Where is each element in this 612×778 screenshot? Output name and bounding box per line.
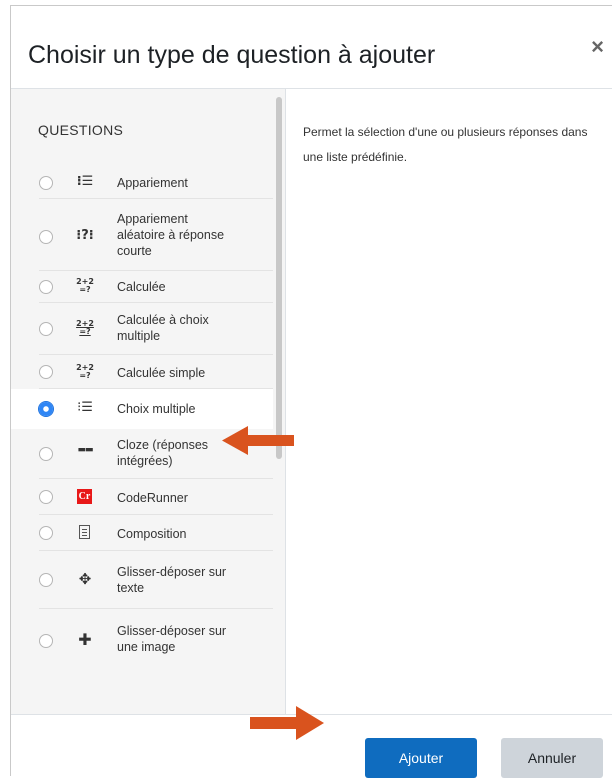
question-option-calculee-choix-multiple[interactable]: 2+2 =? Calculée à choix multiple <box>11 303 273 355</box>
question-type-dialog: Choisir un type de question à ajouter × … <box>10 5 612 778</box>
panel-divider <box>285 89 286 714</box>
calculated-multichoice-icon: 2+2 =? <box>76 319 94 336</box>
section-label-questions: QUESTIONS <box>38 122 124 138</box>
annotation-arrow-left-icon <box>222 426 294 455</box>
match-icon: ⁝☰ <box>76 174 94 189</box>
question-label: Cloze (réponses intégrées) <box>117 438 209 468</box>
question-label: Glisser-déposer sur texte <box>117 565 227 595</box>
calculated-icon: 2+2 =? <box>76 277 94 294</box>
radio-appariement[interactable] <box>39 176 53 190</box>
question-option-glisser-deposer-image[interactable]: ✚ Glisser-déposer sur une image <box>11 609 273 669</box>
question-label: CodeRunner <box>117 491 188 505</box>
question-label: Calculée simple <box>117 366 206 380</box>
drag-drop-text-icon: ✥ <box>78 570 92 588</box>
add-button[interactable]: Ajouter <box>365 738 477 778</box>
scrollbar-thumb[interactable] <box>276 97 282 459</box>
radio-calculee-simple[interactable] <box>39 365 53 379</box>
dialog-header: Choisir un type de question à ajouter × <box>11 6 612 89</box>
question-label: Calculée <box>117 280 166 294</box>
question-label: Appariement aléatoire à réponse courte <box>117 212 225 258</box>
cancel-button[interactable]: Annuler <box>501 738 603 778</box>
calculated-simple-icon: 2+2 =? <box>76 363 94 380</box>
question-label: Composition <box>117 527 187 541</box>
question-label: Choix multiple <box>117 402 196 416</box>
annotation-arrow-right-icon <box>250 706 324 740</box>
question-option-calculee[interactable]: 2+2 =? Calculée <box>11 271 273 303</box>
radio-appariement-aleatoire[interactable] <box>39 230 53 244</box>
radio-calculee[interactable] <box>39 280 53 294</box>
drag-drop-image-icon: ✚ <box>78 630 92 649</box>
list-scrollbar[interactable] <box>273 89 285 714</box>
question-option-calculee-simple[interactable]: 2+2 =? Calculée simple <box>11 355 273 389</box>
question-label: Glisser-déposer sur une image <box>117 624 227 654</box>
radio-coderunner[interactable] <box>39 490 53 504</box>
dialog-title: Choisir un type de question à ajouter <box>28 41 436 69</box>
radio-composition[interactable] <box>39 526 53 540</box>
random-match-icon: ⁝?⁝ <box>76 228 94 243</box>
question-option-glisser-deposer-texte[interactable]: ✥ Glisser-déposer sur texte <box>11 551 273 609</box>
question-label: Appariement <box>117 176 188 190</box>
coderunner-icon: Cr <box>77 489 92 504</box>
radio-glisser-deposer-texte[interactable] <box>39 573 53 587</box>
question-option-coderunner[interactable]: Cr CodeRunner <box>11 479 273 515</box>
radio-choix-multiple[interactable] <box>39 402 53 416</box>
question-option-appariement-aleatoire[interactable]: ⁝?⁝ Appariement aléatoire à réponse cour… <box>11 199 273 271</box>
close-icon[interactable]: × <box>591 36 604 58</box>
question-option-appariement[interactable]: ⁝☰ Appariement <box>11 167 273 199</box>
cloze-icon: ▬▬ <box>77 445 93 455</box>
question-option-choix-multiple[interactable]: ⁝☰ Choix multiple <box>11 389 273 429</box>
radio-calculee-choix-multiple[interactable] <box>39 322 53 336</box>
essay-icon <box>79 525 90 539</box>
question-description: Permet la sélection d'une ou plusieurs r… <box>303 125 588 164</box>
radio-cloze[interactable] <box>39 447 53 461</box>
question-option-composition[interactable]: Composition <box>11 515 273 551</box>
question-label: Calculée à choix multiple <box>117 313 209 343</box>
question-type-list: QUESTIONS ⁝☰ Appariement ⁝?⁝ Appariement… <box>11 89 273 714</box>
radio-glisser-deposer-image[interactable] <box>39 634 53 648</box>
multichoice-icon: ⁝☰ <box>77 400 93 415</box>
